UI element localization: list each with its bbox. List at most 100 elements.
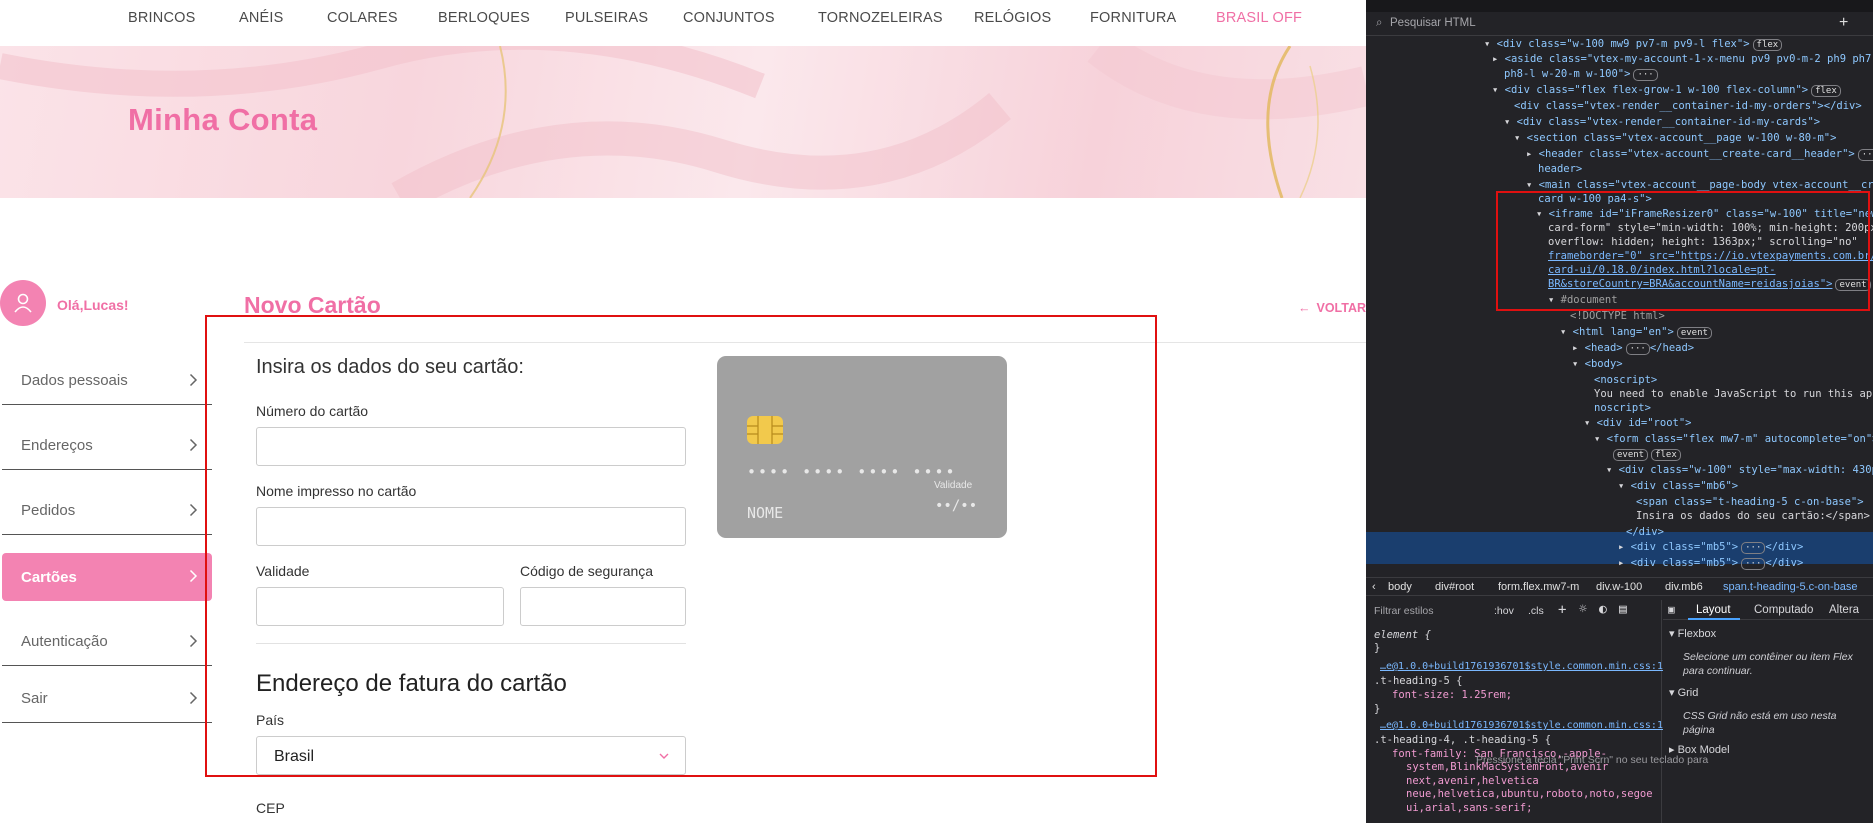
search-icon: ⌕ — [1376, 17, 1383, 29]
tree-line[interactable]: ▾ <iframe id="iFrameResizer0" class="w-1… — [1536, 208, 1873, 221]
tree-line[interactable]: <!DOCTYPE html> — [1570, 310, 1665, 323]
html-search-bar[interactable]: ⌕ Pesquisar HTML + — [1366, 12, 1873, 36]
tree-line[interactable]: card-form" style="min-width: 100%; min-h… — [1548, 222, 1873, 235]
filter-styles-input[interactable]: Filtrar estilos — [1374, 605, 1434, 617]
greeting: Olá,Lucas! — [57, 297, 129, 313]
header-divider — [244, 342, 1366, 343]
tab-layout[interactable]: Layout — [1696, 604, 1731, 616]
tree-line[interactable]: ▾ <div id="root"> — [1584, 417, 1691, 430]
tab-computado[interactable]: Computado — [1754, 604, 1813, 616]
tree-line[interactable]: ▾ <section class="vtex-account__page w-1… — [1514, 132, 1836, 145]
breadcrumb-back-icon[interactable]: ‹ — [1372, 581, 1376, 593]
tree-line[interactable]: overflow: hidden; height: 1363px;" scrol… — [1548, 236, 1858, 249]
tree-line[interactable]: ▾ <html lang="en"> event — [1560, 326, 1712, 339]
nav-item-brincos[interactable]: BRINCOS — [128, 10, 195, 26]
tree-line-selected[interactable]: <span class="t-heading-5 c-on-base"> — [1636, 496, 1864, 509]
html-search-input[interactable]: Pesquisar HTML — [1390, 17, 1476, 29]
menu-item-dados-pessoais[interactable]: Dados pessoais — [2, 357, 212, 405]
menu-item-cartoes[interactable]: Cartões — [2, 553, 212, 601]
styles-pane: Filtrar estilos :hov .cls + ☼ ◐ ▤ elemen… — [1366, 600, 1663, 823]
nav-item-conjuntos[interactable]: CONJUNTOS — [683, 10, 775, 26]
flexbox-section-header[interactable]: ▾ Flexbox — [1669, 627, 1716, 640]
dark-theme-icon[interactable]: ◐ — [1599, 602, 1607, 617]
security-code-input[interactable] — [520, 587, 686, 626]
tree-line[interactable]: ph8-l w-20-m w-100"> ··· — [1504, 68, 1658, 81]
flexbox-hint: Selecione um contêiner ou item Flex para… — [1683, 651, 1853, 677]
nav-item-fornitura[interactable]: FORNITURA — [1090, 10, 1176, 26]
sidebar-toggle-icon[interactable]: ▣ — [1668, 603, 1675, 616]
nav-item-relogios[interactable]: RELÓGIOS — [974, 10, 1051, 26]
style-declaration[interactable]: font-size: 1.25rem; — [1392, 689, 1512, 701]
nav-item-pulseiras[interactable]: PULSEIRAS — [565, 10, 648, 26]
tree-line[interactable]: ▾ <div class="w-100" style="max-width: 4… — [1606, 464, 1873, 477]
menu-item-autenticacao[interactable]: Autenticação — [2, 618, 212, 666]
tree-line[interactable]: <noscript> — [1594, 374, 1657, 387]
grid-section-header[interactable]: ▾ Grid — [1669, 686, 1698, 699]
menu-item-enderecos[interactable]: Endereços — [2, 422, 212, 470]
card-preview-validity: ••/•• — [935, 498, 978, 514]
stylesheet-link[interactable]: …e@1.0.0+build1761936701$style.common.mi… — [1380, 720, 1663, 731]
chevron-down-icon — [659, 753, 669, 759]
tree-line[interactable]: ▸ <header class="vtex-account__create-ca… — [1526, 148, 1873, 161]
arrow-left-icon: ← — [1298, 301, 1311, 315]
tree-line[interactable]: noscript> — [1594, 402, 1651, 415]
tree-line[interactable]: <div class="vtex-render__container-id-my… — [1514, 100, 1862, 113]
nav-item-berloques[interactable]: BERLOQUES — [438, 10, 530, 26]
tree-line[interactable]: You need to enable JavaScript to run thi… — [1594, 388, 1873, 401]
tree-line[interactable]: ▾ <body> — [1572, 358, 1623, 371]
tree-line[interactable]: ▾ <div class="mb6"> — [1618, 480, 1738, 493]
nav-item-brasil-off[interactable]: BRASIL OFF — [1216, 10, 1302, 26]
country-label: País — [256, 712, 285, 728]
tree-line[interactable]: ▸ <aside class="vtex-my-account-1-x-menu… — [1492, 53, 1873, 66]
cls-button[interactable]: .cls — [1528, 605, 1544, 617]
style-rule: } — [1374, 642, 1381, 654]
breadcrumb-item[interactable]: div.mb6 — [1665, 581, 1703, 593]
breadcrumb-item[interactable]: body — [1388, 581, 1412, 593]
menu-item-sair[interactable]: Sair — [2, 675, 212, 723]
tree-line[interactable]: ▸ <div class="mb5"> ··· </div> — [1618, 557, 1803, 570]
validity-input[interactable] — [256, 587, 504, 626]
tree-line[interactable]: header> — [1538, 163, 1582, 176]
stylesheet-link[interactable]: …e@1.0.0+build1761936701$style.common.mi… — [1380, 661, 1663, 672]
menu-item-pedidos[interactable]: Pedidos — [2, 487, 212, 535]
breadcrumb-item[interactable]: form.flex.mw7-m — [1498, 581, 1579, 593]
tree-line[interactable]: card-ui/0.18.0/index.html?locale=pt- — [1548, 264, 1776, 277]
tree-line[interactable]: BR&storeCountry=BRA&accountName=reidasjo… — [1548, 278, 1871, 291]
hov-button[interactable]: :hov — [1494, 605, 1514, 617]
tree-line[interactable]: ▾ <div class="vtex-render__container-id-… — [1504, 116, 1820, 129]
breadcrumb-item[interactable]: div#root — [1435, 581, 1474, 593]
tree-line[interactable]: </div> — [1626, 526, 1664, 539]
country-select[interactable]: Brasil — [256, 736, 686, 775]
page: BRINCOS ANÉIS COLARES BERLOQUES PULSEIRA… — [0, 0, 1873, 823]
tree-line[interactable]: ▸ <head> ··· </head> — [1572, 342, 1694, 355]
tree-line[interactable]: ▾ <main class="vtex-account__page-body v… — [1526, 179, 1873, 192]
screenshot-hint-toast: Pressione a tecla "Print Scrn" no seu te… — [1476, 754, 1709, 766]
add-node-icon[interactable]: + — [1839, 14, 1848, 32]
nav-item-colares[interactable]: COLARES — [327, 10, 398, 26]
active-tab-indicator — [1688, 618, 1740, 620]
chevron-right-icon — [189, 634, 198, 648]
breadcrumb-item[interactable]: div.w-100 — [1596, 581, 1642, 593]
card-number-input[interactable] — [256, 427, 686, 466]
breadcrumb-item-current[interactable]: span.t-heading-5.c-on-base — [1723, 581, 1858, 593]
nav-item-aneis[interactable]: ANÉIS — [239, 10, 284, 26]
tree-line[interactable]: ▾ <div class="w-100 mw9 pv7-m pv9-l flex… — [1484, 38, 1783, 51]
nav-item-tornozeleiras[interactable]: TORNOZELEIRAS — [818, 10, 943, 26]
tree-line[interactable]: ▾ <form class="flex mw7-m" autocomplete=… — [1594, 433, 1873, 446]
light-theme-icon[interactable]: ☼ — [1579, 602, 1587, 617]
print-icon[interactable]: ▤ — [1619, 602, 1627, 617]
style-rule: .t-heading-4, .t-heading-5 { — [1374, 734, 1552, 746]
tree-line[interactable]: card w-100 pa4-s"> — [1538, 193, 1652, 206]
tree-line[interactable]: ▾ #document — [1548, 294, 1618, 307]
tab-alteracoes[interactable]: Altera — [1829, 604, 1859, 616]
tree-line[interactable]: ▸ <div class="mb5"> ··· </div> — [1618, 541, 1803, 554]
back-link[interactable]: ← VOLTAR — [1298, 301, 1366, 315]
card-name-input[interactable] — [256, 507, 686, 546]
tree-line[interactable]: event flex — [1610, 448, 1681, 461]
tree-line[interactable]: frameborder="0" src="https://io.vtexpaym… — [1548, 250, 1873, 263]
card-preview-number: •••• •••• •••• •••• — [747, 463, 957, 481]
add-rule-icon[interactable]: + — [1558, 602, 1566, 618]
layout-tabbar: ▣ Layout Computado Altera — [1663, 600, 1873, 620]
tree-line-selected[interactable]: Insira os dados do seu cartão:</span> — [1636, 510, 1870, 523]
tree-line[interactable]: ▾ <div class="flex flex-grow-1 w-100 fle… — [1492, 84, 1841, 97]
